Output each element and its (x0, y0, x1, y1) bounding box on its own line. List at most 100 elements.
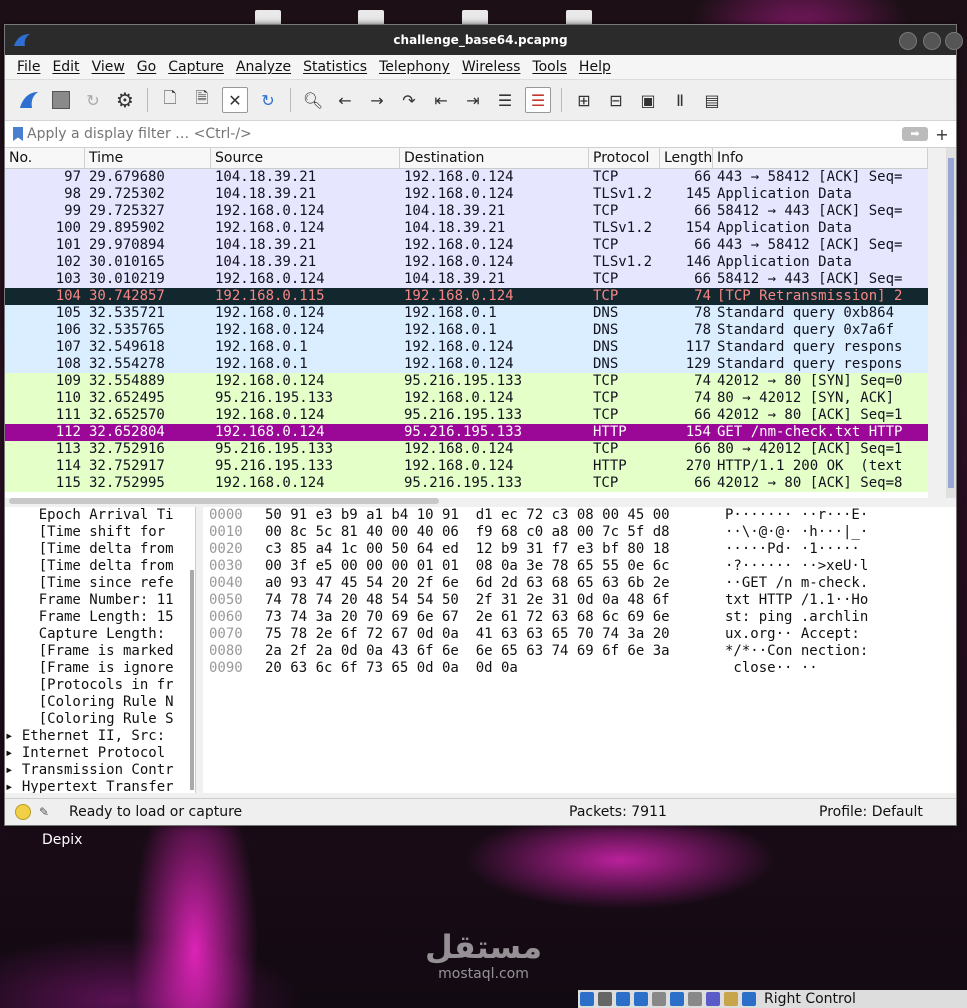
detail-tree-item[interactable]: [Time shift for (5, 524, 195, 541)
zoom-out-icon[interactable]: ⊟ (604, 88, 628, 112)
hex-asc[interactable]: */*··Con nection: (725, 643, 905, 660)
packet-row[interactable]: 98 29.725302 104.18.39.21 192.168.0.124 TLSv… (5, 186, 928, 203)
hex-asc[interactable]: P······· ··r···E· (725, 507, 905, 524)
hex-off[interactable]: 0060 (203, 609, 259, 626)
maximize-button[interactable] (923, 32, 941, 50)
hex-off[interactable]: 0000 (203, 507, 259, 524)
menu-file[interactable]: File (17, 59, 40, 75)
packet-row[interactable]: 110 32.652495 95.216.195.133 192.168.0.124 T… (5, 390, 928, 407)
display-filter-input[interactable] (23, 122, 902, 146)
vm-display-icon[interactable] (670, 992, 684, 1006)
detail-tree-item[interactable]: Capture Length: (5, 626, 195, 643)
detail-tree-item[interactable]: [Time since refe (5, 575, 195, 592)
vm-audio-icon[interactable] (598, 992, 612, 1006)
vm-optical-disk-icon[interactable] (580, 992, 594, 1006)
detail-tree-item[interactable]: ▸ Ethernet II, Src: (5, 728, 195, 745)
menu-telephony[interactable]: Telephony (379, 59, 450, 75)
hex-hex[interactable]: 73 74 3a 20 70 69 6e 67 2e 61 72 63 68 6… (259, 609, 725, 626)
normal-size-icon[interactable]: ▣ (636, 88, 660, 112)
hex-hex[interactable]: 50 91 e3 b9 a1 b4 10 91 d1 ec 72 c3 08 0… (259, 507, 725, 524)
last-packet-icon[interactable]: ⇥ (461, 88, 485, 112)
menu-wireless[interactable]: Wireless (462, 59, 521, 75)
hex-hex[interactable]: 2a 2f 2a 0d 0a 43 6f 6e 6e 65 63 74 69 6… (259, 643, 725, 660)
reload-file-icon[interactable]: ↻ (256, 88, 280, 112)
open-file-icon[interactable]: 🗋 (158, 88, 182, 112)
column-header-destination[interactable]: Destination (400, 148, 589, 168)
menu-view[interactable]: View (92, 59, 125, 75)
menu-go[interactable]: Go (137, 59, 156, 75)
packet-row[interactable]: 99 29.725327 192.168.0.124 104.18.39.21 TCP 6… (5, 203, 928, 220)
detail-tree-item[interactable]: [Protocols in fr (5, 677, 195, 694)
packet-row[interactable]: 100 29.895902 192.168.0.124 104.18.39.21 TLS… (5, 220, 928, 237)
detail-tree-item[interactable]: [Coloring Rule N (5, 694, 195, 711)
go-to-packet-icon[interactable]: ↷ (397, 88, 421, 112)
packet-row[interactable]: 112 32.652804 192.168.0.124 95.216.195.133 H… (5, 424, 928, 441)
minimize-button[interactable] (899, 32, 917, 50)
hex-asc[interactable]: st: ping .archlin (725, 609, 905, 626)
hex-hex[interactable]: 75 78 2e 6f 72 67 0d 0a 41 63 63 65 70 7… (259, 626, 725, 643)
hex-off[interactable]: 0050 (203, 592, 259, 609)
packet-row[interactable]: 114 32.752917 95.216.195.133 192.168.0.124 H… (5, 458, 928, 475)
vm-usb-icon[interactable] (634, 992, 648, 1006)
restart-capture-icon[interactable]: ↻ (81, 88, 105, 112)
menu-capture[interactable]: Capture (168, 59, 224, 75)
column-header-protocol[interactable]: Protocol (589, 148, 660, 168)
packet-row[interactable]: 113 32.752916 95.216.195.133 192.168.0.124 T… (5, 441, 928, 458)
hex-hex[interactable]: 74 78 74 20 48 54 54 50 2f 31 2e 31 0d 0… (259, 592, 725, 609)
vm-shared-folder-icon[interactable] (652, 992, 666, 1006)
packet-row[interactable]: 106 32.535765 192.168.0.124 192.168.0.1 DNS 7… (5, 322, 928, 339)
scrollbar-thumb[interactable] (948, 158, 954, 488)
hex-asc[interactable]: ··\·@·@· ·h···|_· (725, 524, 905, 541)
hex-hex[interactable]: 20 63 6c 6f 73 65 0d 0a 0d 0a (259, 660, 725, 677)
find-packet-search-icon[interactable]: 🔍︎ (301, 88, 325, 112)
hex-asc[interactable]: ··GET /n m-check. (725, 575, 905, 592)
hex-asc[interactable]: txt HTTP /1.1··Ho (725, 592, 905, 609)
hex-off[interactable]: 0020 (203, 541, 259, 558)
save-file-icon[interactable]: 🗎 (190, 88, 214, 112)
hex-hex[interactable]: 00 3f e5 00 00 00 01 01 08 0a 3e 78 65 5… (259, 558, 725, 575)
filter-bookmark-icon[interactable] (13, 127, 23, 141)
packet-row[interactable]: 115 32.752995 192.168.0.124 95.216.195.133 T… (5, 475, 928, 492)
packet-row[interactable]: 108 32.554278 192.168.0.1 192.168.0.124 DNS 1… (5, 356, 928, 373)
vm-mouse-integration-icon[interactable] (724, 992, 738, 1006)
packet-row[interactable]: 103 30.010219 192.168.0.124 104.18.39.21 TCP… (5, 271, 928, 288)
close-file-icon[interactable]: ✕ (222, 87, 248, 113)
go-forward-arrow-icon[interactable]: → (365, 88, 389, 112)
details-scrollbar[interactable] (190, 570, 194, 790)
first-packet-icon[interactable]: ⇤ (429, 88, 453, 112)
apply-filter-arrow-icon[interactable]: ➡ (902, 127, 928, 141)
column-header-info[interactable]: Info (713, 148, 928, 168)
layout-icon[interactable]: ▤ (700, 88, 724, 112)
hex-asc[interactable]: ·····Pd· ·1····· (725, 541, 905, 558)
hex-off[interactable]: 0080 (203, 643, 259, 660)
vm-recording-icon[interactable] (688, 992, 702, 1006)
colorize-icon[interactable]: ☰ (525, 87, 551, 113)
menu-help[interactable]: Help (579, 59, 611, 75)
menu-tools[interactable]: Tools (532, 59, 567, 75)
hex-off[interactable]: 0090 (203, 660, 259, 677)
packet-row[interactable]: 107 32.549618 192.168.0.1 192.168.0.124 DNS 1… (5, 339, 928, 356)
capture-options-gear-icon[interactable]: ⚙ (113, 88, 137, 112)
packet-row[interactable]: 97 29.679680 104.18.39.21 192.168.0.124 TCP 6… (5, 169, 928, 186)
desktop-label-depix[interactable]: Depix (42, 832, 82, 848)
detail-tree-item[interactable]: Frame Number: 11 (5, 592, 195, 609)
menu-analyze[interactable]: Analyze (236, 59, 291, 75)
column-header-no[interactable]: No. (5, 148, 85, 168)
hex-off[interactable]: 0030 (203, 558, 259, 575)
column-header-length[interactable]: Length (660, 148, 713, 168)
go-back-arrow-icon[interactable]: ← (333, 88, 357, 112)
detail-tree-item[interactable]: ▸ Transmission Contr (5, 762, 195, 779)
hex-asc[interactable]: close·· ·· (725, 660, 905, 677)
hex-asc[interactable]: ·?······ ··>xeU·l (725, 558, 905, 575)
detail-tree-item[interactable]: [Frame is marked (5, 643, 195, 660)
vm-cpu-icon[interactable] (706, 992, 720, 1006)
hex-hex[interactable]: a0 93 47 45 54 20 2f 6e 6d 2d 63 68 65 6… (259, 575, 725, 592)
hex-off[interactable]: 0010 (203, 524, 259, 541)
detail-tree-item[interactable]: Frame Length: 15 (5, 609, 195, 626)
vm-keyboard-arrow-icon[interactable] (742, 992, 756, 1006)
add-filter-button-plus-icon[interactable]: + (932, 125, 952, 144)
title-bar[interactable]: challenge_base64.pcapng (5, 25, 963, 55)
detail-tree-item[interactable]: ▸ Internet Protocol (5, 745, 195, 762)
close-button[interactable] (945, 32, 963, 50)
vm-network-icon[interactable] (616, 992, 630, 1006)
